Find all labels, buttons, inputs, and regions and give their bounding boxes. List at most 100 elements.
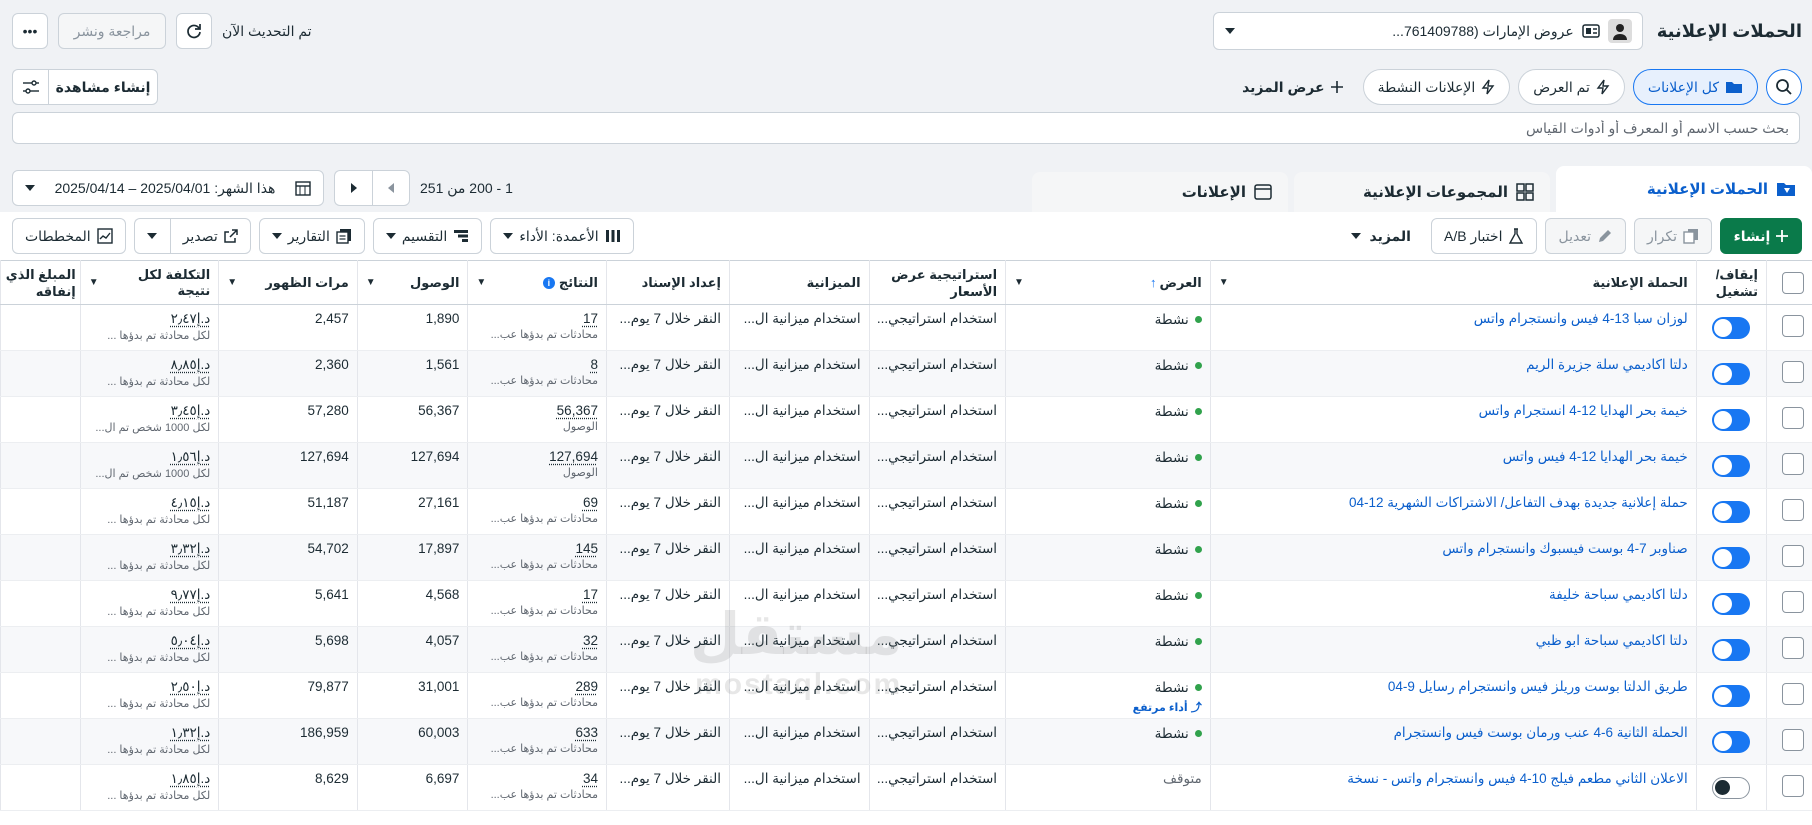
prev-page-button[interactable]: [372, 170, 410, 206]
cost-value[interactable]: د.إ٥٫٠٤: [171, 633, 211, 648]
col-amount-spent[interactable]: المبلغ الذي إنفاقه: [1, 261, 81, 305]
reports-button[interactable]: التقارير: [259, 218, 365, 254]
more-options-button[interactable]: •••: [12, 13, 48, 49]
col-attribution[interactable]: إعداد الإسناد: [606, 261, 729, 305]
campaign-name-link[interactable]: الاعلان الثاني مطعم فيلج 10-4 فيس وانستج…: [1347, 771, 1688, 786]
campaign-toggle[interactable]: [1712, 731, 1750, 753]
search-toggle-button[interactable]: [1766, 69, 1802, 105]
row-checkbox[interactable]: [1782, 407, 1804, 429]
results-value[interactable]: 145: [575, 541, 598, 556]
campaign-toggle[interactable]: [1712, 777, 1750, 799]
cost-value[interactable]: د.إ١٫٥٦: [171, 449, 211, 464]
col-results[interactable]: النتائجi▼: [468, 261, 607, 305]
table-row[interactable]: دلتا اكاديمي سلة جزيرة الريمنشطةاستخدام …: [1, 351, 1812, 397]
row-checkbox[interactable]: [1782, 361, 1804, 383]
campaign-toggle[interactable]: [1712, 317, 1750, 339]
row-checkbox[interactable]: [1782, 683, 1804, 705]
view-settings-button[interactable]: [12, 69, 48, 105]
more-actions-dropdown[interactable]: المزيد: [1339, 228, 1423, 245]
results-value[interactable]: 56,367: [557, 403, 598, 418]
cost-value[interactable]: د.إ٤٫١٥: [171, 495, 211, 510]
table-row[interactable]: دلتا اكاديمي سباحة ابو ظبينشطةاستخدام اس…: [1, 627, 1812, 673]
campaign-name-link[interactable]: دلتا اكاديمي سباحة ابو ظبي: [1536, 633, 1688, 648]
table-row[interactable]: حملة إعلانية جديدة بهدف التفاعل/ الاشترا…: [1, 489, 1812, 535]
table-row[interactable]: صناوبر 7-4 بوست فيسبوك وانستجرام واتسنشط…: [1, 535, 1812, 581]
filter-all-ads[interactable]: كل الإعلانات: [1633, 69, 1758, 105]
filter-active-ads[interactable]: الإعلانات النشطة: [1363, 69, 1511, 105]
table-row[interactable]: خيمة بحر الهدايا 12-4 انستجرام واتسنشطةا…: [1, 397, 1812, 443]
campaign-toggle[interactable]: [1712, 685, 1750, 707]
export-options-button[interactable]: [134, 218, 170, 254]
campaign-toggle[interactable]: [1712, 455, 1750, 477]
col-budget[interactable]: الميزانية: [730, 261, 870, 305]
search-input[interactable]: [12, 112, 1800, 144]
campaign-toggle[interactable]: [1712, 501, 1750, 523]
table-row[interactable]: دلتا اكاديمي سباحة خليفةنشطةاستخدام استر…: [1, 581, 1812, 627]
ab-test-button[interactable]: اختبار A/B: [1431, 218, 1538, 254]
edit-button[interactable]: تعديل: [1545, 218, 1626, 254]
campaign-name-link[interactable]: لوزان سبا 13-4 فيس وانستجرام واتس: [1474, 311, 1688, 326]
campaign-name-link[interactable]: حملة إعلانية جديدة بهدف التفاعل/ الاشترا…: [1349, 495, 1688, 510]
select-all-checkbox[interactable]: [1782, 272, 1804, 294]
results-value[interactable]: 8: [590, 357, 598, 372]
col-cost-per-result[interactable]: التكلفة لكل نتيجة▼: [80, 261, 219, 305]
table-row[interactable]: طريق الدلتا بوست وريلز فيس وانستجرام رسا…: [1, 673, 1812, 719]
account-selector[interactable]: عروض الإمارات (761409788...: [1213, 12, 1643, 50]
campaign-name-link[interactable]: صناوبر 7-4 بوست فيسبوك وانستجرام واتس: [1442, 541, 1687, 556]
review-publish-button[interactable]: مراجعة ونشر: [58, 13, 166, 49]
campaign-toggle[interactable]: [1712, 409, 1750, 431]
cost-value[interactable]: د.إ٣٫٣٢: [171, 541, 211, 556]
row-checkbox[interactable]: [1782, 591, 1804, 613]
col-bid-strategy[interactable]: استراتيجية عرض الأسعار: [869, 261, 1005, 305]
row-checkbox[interactable]: [1782, 453, 1804, 475]
table-row[interactable]: خيمة بحر الهدايا 12-4 فيس واتسنشطةاستخدا…: [1, 443, 1812, 489]
col-campaign[interactable]: الحملة الإعلانية▼: [1210, 261, 1696, 305]
cost-value[interactable]: د.إ١٫٣٢: [171, 725, 211, 740]
col-reach[interactable]: الوصول▼: [357, 261, 468, 305]
export-button[interactable]: تصدير: [170, 218, 251, 254]
row-checkbox[interactable]: [1782, 775, 1804, 797]
date-range-picker[interactable]: هذا الشهر: 2025/04/01 – 2025/04/14: [12, 170, 324, 206]
create-button[interactable]: إنشاء: [1720, 218, 1802, 254]
col-delivery[interactable]: العرض↑▼: [1006, 261, 1211, 305]
campaign-name-link[interactable]: خيمة بحر الهدايا 12-4 فيس واتس: [1503, 449, 1688, 464]
table-row[interactable]: الحملة الثانية 6-4 عنب ورمان بوست فيس وا…: [1, 719, 1812, 765]
breakdown-button[interactable]: التقسيم: [373, 218, 483, 254]
campaign-toggle[interactable]: [1712, 639, 1750, 661]
cost-value[interactable]: د.إ٨٫٨٥: [171, 357, 211, 372]
tab-campaigns[interactable]: الحملات الإعلانية: [1556, 166, 1812, 212]
create-view-button[interactable]: إنشاء مشاهدة: [48, 69, 158, 105]
tab-ads[interactable]: الإعلانات: [1032, 172, 1288, 212]
results-value[interactable]: 289: [575, 679, 598, 694]
campaign-toggle[interactable]: [1712, 593, 1750, 615]
campaign-name-link[interactable]: طريق الدلتا بوست وريلز فيس وانستجرام رسا…: [1388, 679, 1688, 694]
row-checkbox[interactable]: [1782, 499, 1804, 521]
campaign-name-link[interactable]: دلتا اكاديمي سباحة خليفة: [1549, 587, 1688, 602]
cost-value[interactable]: د.إ١٫٨٥: [171, 771, 211, 786]
cost-value[interactable]: د.إ٢٫٤٧: [171, 311, 211, 326]
cost-value[interactable]: د.إ٢٫٥٠: [171, 679, 211, 694]
col-toggle[interactable]: إيقاف/ تشغيل: [1696, 261, 1766, 305]
results-value[interactable]: 69: [583, 495, 598, 510]
campaign-toggle[interactable]: [1712, 363, 1750, 385]
campaign-name-link[interactable]: خيمة بحر الهدايا 12-4 انستجرام واتس: [1479, 403, 1688, 418]
row-checkbox[interactable]: [1782, 315, 1804, 337]
tab-adsets[interactable]: المجموعات الإعلانية: [1294, 172, 1550, 212]
filter-shown[interactable]: تم العرض: [1518, 69, 1625, 105]
table-row[interactable]: لوزان سبا 13-4 فيس وانستجرام واتسنشطةاست…: [1, 305, 1812, 351]
campaign-name-link[interactable]: دلتا اكاديمي سلة جزيرة الريم: [1526, 357, 1688, 372]
results-value[interactable]: 32: [583, 633, 598, 648]
table-row[interactable]: الاعلان الثاني مطعم فيلج 10-4 فيس وانستج…: [1, 765, 1812, 811]
row-checkbox[interactable]: [1782, 545, 1804, 567]
col-impressions[interactable]: مرات الظهور▼: [219, 261, 358, 305]
campaign-name-link[interactable]: الحملة الثانية 6-4 عنب ورمان بوست فيس وا…: [1394, 725, 1688, 740]
results-value[interactable]: 633: [575, 725, 598, 740]
show-more-filters[interactable]: عرض المزيد: [1230, 79, 1355, 96]
cost-value[interactable]: د.إ٣٫٤٥: [171, 403, 211, 418]
info-icon[interactable]: i: [543, 277, 555, 289]
duplicate-button[interactable]: تكرار: [1634, 218, 1712, 254]
refresh-button[interactable]: [176, 13, 212, 49]
results-value[interactable]: 17: [583, 311, 598, 326]
next-page-button[interactable]: [334, 170, 372, 206]
row-checkbox[interactable]: [1782, 637, 1804, 659]
